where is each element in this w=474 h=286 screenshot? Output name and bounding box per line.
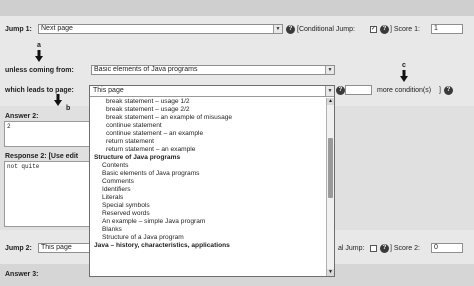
leads-to-page-value: This page [93,87,124,94]
jump2-page-value: This page [41,244,72,251]
dropdown-option[interactable]: Identifiers [90,186,326,194]
dropdown-option[interactable]: continue statement [90,122,326,130]
down-arrow-icon [54,94,62,106]
bracket-close: ] [439,87,441,94]
leads-to-page-dropdown[interactable]: This page ▼ break statement – usage 1/2 b… [89,85,335,277]
chevron-down-icon: ▼ [325,86,334,96]
scroll-up-icon[interactable]: ▲ [327,98,334,105]
dropdown-option[interactable]: return statement – an example [90,146,326,154]
jump2-conditional-checkbox[interactable] [370,245,377,252]
answer3-label: Answer 3: [5,271,39,278]
dropdown-scrollbar[interactable]: ▲ ▼ [326,98,334,276]
dropdown-option-list: break statement – usage 1/2 break stateme… [90,98,326,276]
conditional-jump-label: [Conditional Jump: [297,26,355,33]
callout-c: c [402,62,406,69]
scrollbar-thumb[interactable] [328,138,333,198]
chevron-down-icon: ▼ [325,66,334,74]
dropdown-option[interactable]: continue statement – an example [90,130,326,138]
dropdown-option[interactable]: break statement – an example of misusage [90,114,326,122]
answer2-label: Answer 2: [5,113,39,120]
dropdown-option[interactable]: Java – history, characteristics, applica… [90,242,326,250]
jump2-label: Jump 2: [5,245,32,252]
dropdown-option[interactable]: Blanks [90,226,326,234]
jump2-conditional-label: al Jump: [338,245,365,252]
dropdown-option[interactable]: Literals [90,194,326,202]
unless-page-select[interactable]: Basic elements of Java programs ▼ [91,65,335,75]
dropdown-option[interactable]: Contents [90,162,326,170]
top-border-band [0,0,474,16]
question-circle-icon[interactable]: ? [444,86,453,95]
question-circle-icon[interactable]: ? [380,244,389,253]
chevron-down-icon: ▼ [273,25,282,33]
question-circle-icon[interactable]: ? [336,86,345,95]
dropdown-option[interactable]: Structure of a Java program [90,234,326,242]
scroll-down-icon[interactable]: ▼ [327,269,334,276]
leads-label: which leads to page: [5,87,74,94]
dropdown-option[interactable]: Basic elements of Java programs [90,170,326,178]
conditional-jump-checkbox[interactable]: ✓ [370,26,377,33]
callout-b: b [66,105,71,112]
dropdown-option[interactable]: Reserved words [90,210,326,218]
more-conditions-label: more condition(s) [377,87,432,94]
score1-input[interactable]: 1 [431,24,463,34]
dropdown-option[interactable]: An example – simple Java program [90,218,326,226]
question-circle-icon[interactable]: ? [286,25,295,34]
jump2-page-select[interactable]: This page [38,243,90,253]
unless-label: unless coming from: [5,67,74,74]
dropdown-option[interactable]: return statement [90,138,326,146]
jump1-page-select[interactable]: Next page ▼ [38,24,283,34]
jump1-label: Jump 1: [5,26,32,33]
callout-a: a [37,42,41,49]
more-conditions-input[interactable] [345,85,372,95]
leads-to-page-select[interactable]: This page ▼ [90,86,334,97]
score1-label: ] Score 1: [390,26,420,33]
response2-textarea[interactable]: not quite [4,161,94,227]
dropdown-option[interactable]: Special symbols [90,202,326,210]
down-arrow-icon [400,70,408,82]
dropdown-option[interactable]: break statement – usage 2/2 [90,106,326,114]
question-circle-icon[interactable]: ? [380,25,389,34]
jump1-page-value: Next page [41,25,73,32]
down-arrow-icon [35,50,43,62]
dropdown-option[interactable]: Structure of Java programs [90,154,326,162]
response2-label: Response 2: [Use edit [5,153,79,160]
dropdown-option[interactable]: Comments [90,178,326,186]
answer2-textarea[interactable]: 2 [4,121,94,147]
score2-label: ] Score 2: [390,245,420,252]
dropdown-option[interactable]: break statement – usage 1/2 [90,98,326,106]
unless-page-value: Basic elements of Java programs [94,66,198,73]
score2-input[interactable]: 0 [431,243,463,253]
